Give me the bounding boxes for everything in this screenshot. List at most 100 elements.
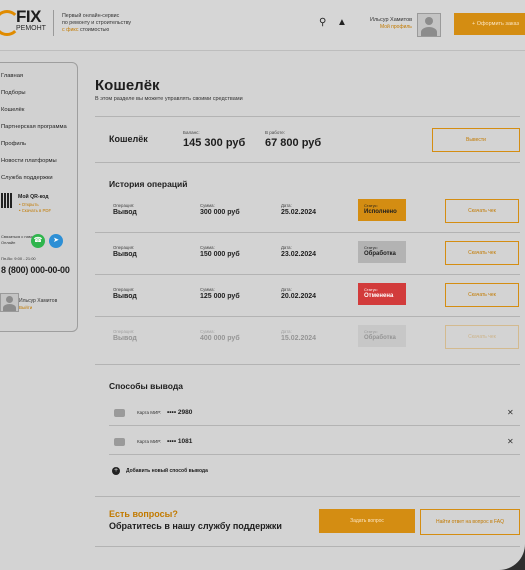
sum-value: 400 000 руб bbox=[200, 335, 240, 342]
sum-label: Сумма: bbox=[200, 203, 215, 208]
ask-question-button[interactable]: Задать вопрос bbox=[319, 509, 415, 533]
operation-value: Вывод bbox=[113, 251, 137, 258]
row-divider bbox=[109, 425, 520, 426]
operation-label: Операция: bbox=[113, 245, 135, 250]
sidebar-item-home[interactable]: Главная bbox=[1, 73, 23, 79]
tagline-rest: стоимостью bbox=[79, 27, 110, 33]
card-label: Карта МИР: bbox=[137, 439, 162, 444]
plus-icon[interactable]: + bbox=[112, 467, 120, 475]
sidebar-avatar[interactable] bbox=[0, 293, 19, 312]
status-badge: Статус: Исполнено bbox=[358, 199, 406, 221]
tagline-line-1: Первый онлайн-сервис bbox=[62, 13, 120, 19]
logo-sub: РЕМОНТ bbox=[16, 25, 46, 32]
status-value: Отменена bbox=[364, 293, 394, 299]
status-label: Статус: bbox=[364, 245, 378, 250]
card-number: •••• 2980 bbox=[167, 409, 193, 416]
divider bbox=[95, 162, 520, 163]
download-receipt-button[interactable]: Скачать чек bbox=[445, 325, 519, 349]
divider bbox=[95, 116, 520, 117]
date-value: 20.02.2024 bbox=[281, 293, 317, 300]
sidebar-item-selections[interactable]: Подборы bbox=[1, 90, 26, 96]
logout-link[interactable]: Выйти bbox=[19, 305, 32, 310]
support-phone[interactable]: 8 (800) 000-00-00 bbox=[1, 265, 70, 275]
operation-label: Операция: bbox=[113, 287, 135, 292]
download-receipt-button[interactable]: Скачать чек bbox=[445, 199, 519, 223]
page-subtitle: В этом разделе вы можете управлять своим… bbox=[95, 96, 243, 102]
sidebar-item-wallet[interactable]: Кошелёк bbox=[1, 107, 24, 113]
header-user-profile-link[interactable]: Мой профиль bbox=[380, 24, 412, 30]
bell-icon[interactable]: ▲ bbox=[337, 18, 347, 28]
methods-title: Способы вывода bbox=[109, 381, 183, 391]
status-label: Статус: bbox=[364, 287, 378, 292]
sidebar-item-partner[interactable]: Партнерская программа bbox=[1, 124, 67, 130]
operation-label: Операция: bbox=[113, 203, 135, 208]
top-header: FIX РЕМОНТ Первый онлайн-сервис по ремон… bbox=[0, 0, 525, 51]
sidebar-item-news[interactable]: Новости платформы bbox=[1, 158, 57, 164]
support-subtitle: Обратитесь в нашу службу поддержки bbox=[109, 521, 282, 531]
sidebar: Главная Подборы Кошелёк Партнерская прог… bbox=[0, 62, 78, 332]
status-badge: Статус: Обработка bbox=[358, 241, 406, 263]
status-value: Исполнено bbox=[364, 209, 397, 215]
sidebar-item-support[interactable]: Служба поддержки bbox=[1, 175, 53, 181]
status-badge: Статус: Отменена bbox=[358, 283, 406, 305]
close-icon[interactable]: ✕ bbox=[507, 437, 514, 446]
withdraw-button[interactable]: Вывести bbox=[432, 128, 520, 152]
close-icon[interactable]: ✕ bbox=[507, 408, 514, 417]
work-hours: Пн-Вс: 9:00 - 21:00 bbox=[1, 256, 36, 261]
headset-icon[interactable]: ⚲ bbox=[319, 18, 326, 28]
qr-code-icon[interactable] bbox=[1, 193, 12, 208]
sum-value: 300 000 руб bbox=[200, 209, 240, 216]
status-label: Статус: bbox=[364, 329, 378, 334]
add-method-link[interactable]: Добавить новый способ вывода bbox=[126, 468, 208, 474]
date-value: 25.02.2024 bbox=[281, 209, 317, 216]
operation-value: Вывод bbox=[113, 209, 137, 216]
card-icon bbox=[114, 438, 125, 446]
qr-open-link[interactable]: • Открыть bbox=[19, 202, 39, 207]
date-value: 15.02.2024 bbox=[281, 335, 317, 342]
divider bbox=[95, 546, 520, 547]
date-label: Дата: bbox=[281, 329, 292, 334]
sidebar-item-profile[interactable]: Профиль bbox=[1, 141, 26, 147]
row-divider bbox=[95, 232, 520, 233]
card-icon bbox=[114, 409, 125, 417]
sidebar-user-name: Ильсур Хамитов bbox=[19, 298, 58, 304]
download-receipt-button[interactable]: Скачать чек bbox=[445, 283, 519, 307]
date-label: Дата: bbox=[281, 203, 292, 208]
sum-label: Сумма: bbox=[200, 245, 215, 250]
logo-name[interactable]: FIX bbox=[16, 8, 41, 25]
sum-label: Сумма: bbox=[200, 329, 215, 334]
logo-divider bbox=[53, 10, 54, 36]
balance-value: 145 300 руб bbox=[183, 137, 246, 149]
tagline-line-3: с фикс стоимостью bbox=[62, 27, 152, 34]
download-receipt-button[interactable]: Скачать чек bbox=[445, 241, 519, 265]
tagline-accent: с фикс bbox=[62, 27, 79, 33]
card-number: •••• 1081 bbox=[167, 438, 193, 445]
row-divider bbox=[95, 274, 520, 275]
row-divider bbox=[95, 316, 520, 317]
faq-button[interactable]: Найти ответ на вопрос в FAQ bbox=[420, 509, 520, 535]
sum-label: Сумма: bbox=[200, 287, 215, 292]
date-label: Дата: bbox=[281, 287, 292, 292]
whatsapp-icon[interactable]: ☎ bbox=[31, 234, 45, 248]
divider bbox=[95, 364, 520, 365]
divider bbox=[95, 496, 520, 497]
date-label: Дата: bbox=[281, 245, 292, 250]
create-order-button[interactable]: + Оформить заказ bbox=[454, 13, 525, 35]
sum-value: 150 000 руб bbox=[200, 251, 240, 258]
history-title: История операций bbox=[109, 179, 188, 189]
status-badge: Статус: Обработка bbox=[358, 325, 406, 347]
status-value: Обработка bbox=[364, 251, 396, 257]
wallet-title: Кошелёк bbox=[109, 134, 148, 144]
qr-download-link[interactable]: • Скачать в PDF bbox=[19, 208, 51, 213]
contact-label: Связаться с нами: bbox=[1, 234, 35, 239]
balance-label: Баланс: bbox=[183, 130, 200, 135]
header-user-name[interactable]: Ильсур Хамитов bbox=[370, 17, 412, 23]
sum-value: 125 000 руб bbox=[200, 293, 240, 300]
operation-value: Вывод bbox=[113, 335, 137, 342]
date-value: 23.02.2024 bbox=[281, 251, 317, 258]
support-title: Есть вопросы? bbox=[109, 509, 178, 519]
operation-value: Вывод bbox=[113, 293, 137, 300]
in-work-value: 67 800 руб bbox=[265, 137, 322, 149]
header-avatar[interactable] bbox=[417, 13, 441, 37]
telegram-icon[interactable]: ➤ bbox=[49, 234, 63, 248]
